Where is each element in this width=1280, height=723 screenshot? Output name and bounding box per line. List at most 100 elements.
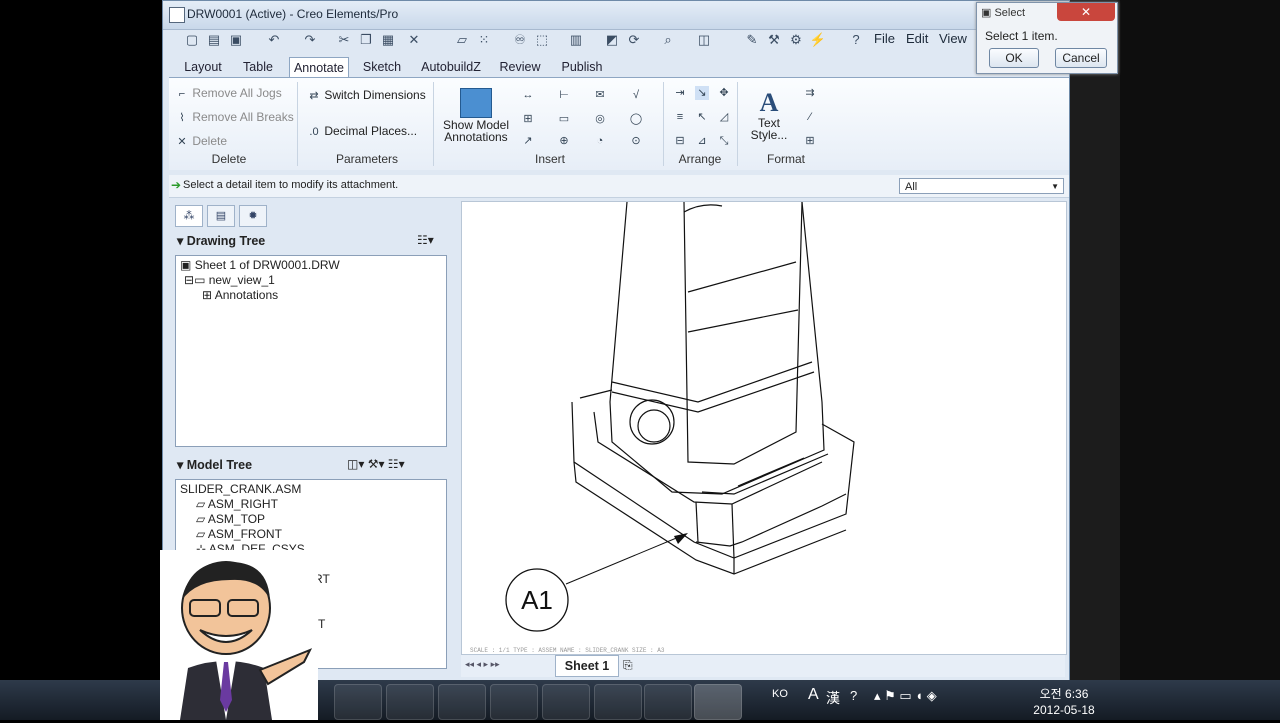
- dimension-icon[interactable]: ↔: [521, 88, 535, 102]
- cancel-button[interactable]: Cancel: [1055, 48, 1107, 68]
- clock[interactable]: 오전 6:36 2012-05-18: [1024, 686, 1104, 718]
- show-model-annotations-button[interactable]: Show Model Annotations: [441, 88, 511, 150]
- select-box-icon[interactable]: ⬚: [533, 31, 551, 49]
- note-icon[interactable]: ✉: [593, 88, 607, 102]
- ok-button[interactable]: OK: [989, 48, 1039, 68]
- skype-icon[interactable]: [594, 684, 642, 720]
- sheet-tab[interactable]: Sheet 1: [555, 655, 619, 677]
- selection-filter-dropdown[interactable]: All ▼: [899, 178, 1064, 194]
- ordinate-icon[interactable]: ⊢: [557, 88, 571, 102]
- tab-annotate[interactable]: Annotate: [289, 57, 349, 78]
- modify-attachment-icon[interactable]: ↘: [695, 86, 709, 100]
- decimal-places-button[interactable]: .0 Decimal Places...: [307, 124, 417, 139]
- text-style-button[interactable]: A Text Style...: [747, 90, 791, 143]
- language-indicator[interactable]: KO: [772, 688, 788, 700]
- copy-icon[interactable]: ❐: [357, 31, 375, 49]
- list-item[interactable]: ▣ Sheet 1 of DRW0001.DRW: [180, 258, 340, 272]
- new-sheet-icon[interactable]: ⎘: [623, 658, 633, 673]
- cut-icon[interactable]: ✂: [335, 31, 353, 49]
- drawing-tree-settings-icon[interactable]: ☷▾: [417, 233, 434, 247]
- arrange-3-icon[interactable]: ⊟: [673, 134, 687, 148]
- format-3-icon[interactable]: ⊞: [803, 134, 817, 148]
- delete-button[interactable]: ✕ Delete: [175, 134, 227, 149]
- remove-all-jogs-button[interactable]: ⌐ Remove All Jogs: [175, 86, 282, 101]
- flip-icon[interactable]: ◿: [717, 110, 731, 124]
- open-folder-icon[interactable]: ▤: [205, 31, 223, 49]
- remote-app-icon[interactable]: [542, 684, 590, 720]
- balloon-icon[interactable]: ◯: [629, 112, 643, 126]
- zoom-icon[interactable]: ⌕: [659, 31, 677, 49]
- ime-mode-a[interactable]: A: [808, 686, 819, 704]
- window-icon[interactable]: ◫: [695, 31, 713, 49]
- menu-file[interactable]: File: [874, 31, 895, 46]
- format-1-icon[interactable]: ⇉: [803, 86, 817, 100]
- grid-icon[interactable]: ⁙: [475, 31, 493, 49]
- edit-icon[interactable]: ◩: [603, 31, 621, 49]
- tab-layout[interactable]: Layout: [175, 57, 231, 77]
- messenger-icon[interactable]: [644, 684, 692, 720]
- menu-view[interactable]: View: [939, 31, 967, 46]
- tab-autobuildz[interactable]: AutobuildZ: [415, 57, 487, 77]
- model-tree-header[interactable]: ▾ Model Tree: [177, 457, 252, 472]
- sheet-setup-icon[interactable]: ▥: [567, 31, 585, 49]
- tab-publish[interactable]: Publish: [553, 57, 611, 77]
- datum-icon[interactable]: ▭: [557, 112, 571, 126]
- sheet-nav-icon[interactable]: ◂◂ ◂ ▸ ▸▸: [465, 659, 500, 670]
- drawing-tree-header[interactable]: ▾ Drawing Tree: [177, 233, 265, 248]
- new-file-icon[interactable]: ▢: [183, 31, 201, 49]
- map-app-icon[interactable]: [386, 684, 434, 720]
- ime-mode-hanja[interactable]: 漢: [826, 688, 840, 708]
- tab-tree-icon[interactable]: ⁂: [175, 205, 203, 227]
- tool-2-icon[interactable]: ⚒: [765, 31, 783, 49]
- save-icon[interactable]: ▣: [227, 31, 245, 49]
- leader-icon[interactable]: ↗: [521, 134, 535, 148]
- more-insert-icon[interactable]: ⊙: [629, 134, 643, 148]
- undo-icon[interactable]: ↶: [265, 31, 283, 49]
- close-icon[interactable]: ✕: [1057, 3, 1115, 21]
- tab-review[interactable]: Review: [493, 57, 547, 77]
- list-item[interactable]: SLIDER_CRANK.ASM: [180, 482, 301, 496]
- list-item[interactable]: ▱ ASM_TOP: [196, 512, 265, 526]
- picasa-icon[interactable]: [490, 684, 538, 720]
- help-icon[interactable]: ?: [847, 31, 865, 49]
- switch-dimensions-button[interactable]: ⇄ Switch Dimensions: [307, 88, 425, 103]
- paste-icon[interactable]: ▦: [379, 31, 397, 49]
- tab-folders-icon[interactable]: ▤: [207, 205, 235, 227]
- axis-icon[interactable]: ⊕: [557, 134, 571, 148]
- tab-table[interactable]: Table: [237, 57, 279, 77]
- redo-icon[interactable]: ↷: [301, 31, 319, 49]
- gtol-icon[interactable]: ⊞: [521, 112, 535, 126]
- symbol-icon[interactable]: ◎: [593, 112, 607, 126]
- list-item[interactable]: ⊟▭ new_view_1: [184, 273, 275, 287]
- gauge-icon[interactable]: ◔: [593, 134, 607, 148]
- surface-finish-icon[interactable]: √: [629, 88, 643, 102]
- layers-icon[interactable]: ▱: [453, 31, 471, 49]
- arrange-4-icon[interactable]: ⊿: [695, 134, 709, 148]
- model-tree-tools-icon[interactable]: ◫▾ ⚒▾ ☷▾: [347, 457, 405, 471]
- arrange-2-icon[interactable]: ≡: [673, 110, 687, 124]
- outlook-icon[interactable]: [334, 684, 382, 720]
- chrome-icon[interactable]: [438, 684, 486, 720]
- binoculars-icon[interactable]: ♾: [511, 31, 529, 49]
- delete-x-icon[interactable]: ✕: [405, 31, 423, 49]
- list-item[interactable]: ⊞ Annotations: [202, 288, 278, 302]
- align-icon[interactable]: ⇥: [673, 86, 687, 100]
- list-item[interactable]: T: [318, 617, 325, 631]
- drawing-canvas[interactable]: A1 SCALE : 1/1 TYPE : ASSEM NAME : SLIDE…: [461, 201, 1067, 655]
- format-2-icon[interactable]: ⁄: [803, 110, 817, 124]
- tab-favorites-icon[interactable]: ✹: [239, 205, 267, 227]
- tool-3-icon[interactable]: ⚙: [787, 31, 805, 49]
- regenerate-icon[interactable]: ⟳: [625, 31, 643, 49]
- sketch-tool-icon[interactable]: ✎: [743, 31, 761, 49]
- creo-taskbar-icon[interactable]: [694, 684, 742, 720]
- move-icon[interactable]: ✥: [717, 86, 731, 100]
- cursor-icon[interactable]: ↖: [695, 110, 709, 124]
- list-item[interactable]: ▱ ASM_RIGHT: [196, 497, 278, 511]
- tab-sketch[interactable]: Sketch: [355, 57, 409, 77]
- tool-4-icon[interactable]: ⚡: [809, 31, 827, 49]
- remove-all-breaks-button[interactable]: ⌇ Remove All Breaks: [175, 110, 293, 125]
- help-tray-icon[interactable]: ?: [850, 688, 857, 703]
- arrange-5-icon[interactable]: ⤡: [717, 134, 731, 148]
- tray-icons[interactable]: ▴ ⚑ ▭ ◖ ◈: [874, 688, 937, 704]
- menu-edit[interactable]: Edit: [906, 31, 928, 46]
